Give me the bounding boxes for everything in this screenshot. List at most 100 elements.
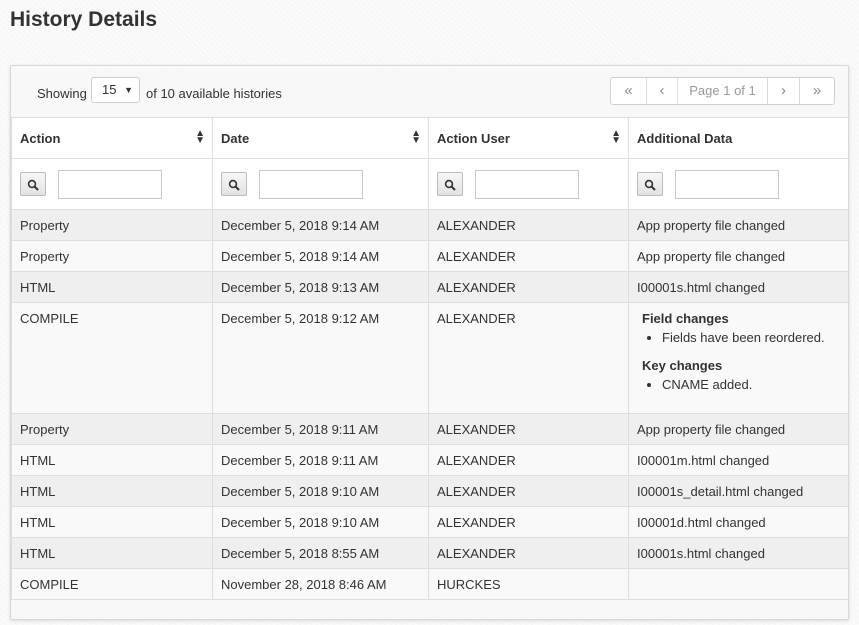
detail-list: Fields have been reordered. (637, 329, 841, 346)
page-title: History Details (10, 8, 158, 31)
filter-input-additional-data[interactable] (675, 169, 779, 199)
cell-action: Property (11, 209, 213, 241)
column-header-action-user[interactable]: Action User ▲ ▼ (428, 117, 629, 159)
cell-action: COMPILE (11, 302, 213, 414)
table-row: COMPILE December 5, 2018 9:12 AM ALEXANDER… (11, 302, 848, 414)
sort-icon: ▲ ▼ (195, 128, 205, 146)
sort-icon: ▲ ▼ (611, 128, 621, 146)
cell-action-user: ALEXANDER (428, 209, 629, 241)
filter-button[interactable] (437, 172, 463, 196)
filter-input-action-user[interactable] (475, 169, 579, 199)
chevron-left-icon: ‹ (659, 82, 665, 99)
cell-action: HTML (11, 271, 213, 303)
available-count-label: of 10 available histories (146, 86, 282, 101)
cell-additional-data: Field changes Fields have been reordered.… (628, 302, 848, 414)
cell-additional-data: App property file changed (628, 240, 848, 272)
table-toolbar: Showing 15 ▼ of 10 available histories «… (11, 66, 848, 117)
cell-date: December 5, 2018 9:10 AM (212, 506, 429, 538)
previous-page-button[interactable]: ‹ (646, 78, 677, 104)
search-icon (27, 179, 39, 191)
cell-additional-data: I00001s.html changed (628, 537, 848, 569)
pagination: « ‹ Page 1 of 1 › » (610, 77, 835, 105)
detail-list: CNAME added. (637, 376, 841, 393)
cell-action-user: ALEXANDER (428, 271, 629, 303)
header-row: Action ▲ ▼ Date ▲ ▼ Action User ▲ ▼ Additional… (11, 117, 848, 159)
cell-additional-data (628, 568, 848, 600)
cell-action-user: ALEXANDER (428, 537, 629, 569)
table-row: Property December 5, 2018 9:14 AM ALEXANDE… (11, 240, 848, 272)
cell-date: December 5, 2018 9:13 AM (212, 271, 429, 303)
history-table: Action ▲ ▼ Date ▲ ▼ Action User ▲ ▼ Additional… (11, 117, 848, 600)
cell-date: December 5, 2018 9:11 AM (212, 413, 429, 445)
search-icon (228, 179, 240, 191)
table-row: Property December 5, 2018 9:14 AM ALEXANDE… (11, 209, 848, 241)
column-header-additional-data: Additional Data (628, 117, 848, 159)
table-row: Property December 5, 2018 9:11 AM ALEXANDE… (11, 413, 848, 445)
cell-action-user: ALEXANDER (428, 475, 629, 507)
first-page-button[interactable]: « (611, 78, 646, 104)
filter-button[interactable] (20, 172, 46, 196)
filter-input-date[interactable] (259, 169, 363, 199)
cell-date: December 5, 2018 8:55 AM (212, 537, 429, 569)
filter-input-action[interactable] (58, 169, 162, 199)
cell-action: Property (11, 413, 213, 445)
filter-cell-action-user (428, 158, 629, 210)
table-row: COMPILE November 28, 2018 8:46 AM HURCKES (11, 568, 848, 600)
cell-action-user: ALEXANDER (428, 444, 629, 476)
search-icon (644, 179, 656, 191)
cell-additional-data: App property file changed (628, 209, 848, 241)
cell-date: December 5, 2018 9:14 AM (212, 240, 429, 272)
page-size-value: 15 (102, 82, 117, 97)
column-header-date[interactable]: Date ▲ ▼ (212, 117, 429, 159)
filter-button[interactable] (221, 172, 247, 196)
column-header-action[interactable]: Action ▲ ▼ (11, 117, 213, 159)
cell-date: December 5, 2018 9:12 AM (212, 302, 429, 414)
cell-date: December 5, 2018 9:11 AM (212, 444, 429, 476)
filter-row (11, 158, 848, 210)
double-chevron-left-icon: « (624, 82, 633, 99)
cell-action: HTML (11, 506, 213, 538)
table-row: HTML December 5, 2018 8:55 AM ALEXANDER I00… (11, 537, 848, 569)
cell-action-user: ALEXANDER (428, 506, 629, 538)
cell-additional-data: I00001s.html changed (628, 271, 848, 303)
cell-action-user: ALEXANDER (428, 413, 629, 445)
cell-action-user: ALEXANDER (428, 302, 629, 414)
page-info: Page 1 of 1 (677, 78, 767, 104)
detail-list-item: CNAME added. (662, 376, 841, 393)
double-chevron-right-icon: » (812, 82, 822, 99)
cell-action: Property (11, 240, 213, 272)
cell-action: HTML (11, 444, 213, 476)
table-row: HTML December 5, 2018 9:13 AM ALEXANDER I00… (11, 271, 848, 303)
search-icon (444, 179, 456, 191)
chevron-right-icon: › (781, 82, 786, 99)
filter-cell-action (11, 158, 213, 210)
cell-action-user: ALEXANDER (428, 240, 629, 272)
cell-action-user: HURCKES (428, 568, 629, 600)
page-size-select[interactable]: 15 ▼ (91, 77, 140, 103)
showing-label: Showing (37, 86, 87, 101)
filter-cell-date (212, 158, 429, 210)
cell-action: HTML (11, 475, 213, 507)
detail-list-item: Fields have been reordered. (662, 329, 841, 346)
history-panel: Showing 15 ▼ of 10 available histories «… (10, 65, 849, 620)
cell-action: COMPILE (11, 568, 213, 600)
table-row: HTML December 5, 2018 9:10 AM ALEXANDER I00… (11, 506, 848, 538)
filter-button[interactable] (637, 172, 663, 196)
next-page-button[interactable]: › (767, 78, 799, 104)
detail-section-title: Key changes (642, 358, 723, 373)
cell-additional-data: I00001d.html changed (628, 506, 848, 538)
cell-action: HTML (11, 537, 213, 569)
cell-date: December 5, 2018 9:14 AM (212, 209, 429, 241)
last-page-button[interactable]: » (799, 78, 834, 104)
detail-section-title: Field changes (642, 311, 729, 326)
sort-icon: ▲ ▼ (411, 128, 421, 146)
table-row: HTML December 5, 2018 9:11 AM ALEXANDER I00… (11, 444, 848, 476)
caret-down-icon: ▼ (124, 85, 133, 95)
cell-date: December 5, 2018 9:10 AM (212, 475, 429, 507)
cell-date: November 28, 2018 8:46 AM (212, 568, 429, 600)
cell-additional-data: I00001m.html changed (628, 444, 848, 476)
cell-additional-data: App property file changed (628, 413, 848, 445)
cell-additional-data: I00001s_detail.html changed (628, 475, 848, 507)
filter-cell-additional-data (628, 158, 848, 210)
table-row: HTML December 5, 2018 9:10 AM ALEXANDER I00… (11, 475, 848, 507)
